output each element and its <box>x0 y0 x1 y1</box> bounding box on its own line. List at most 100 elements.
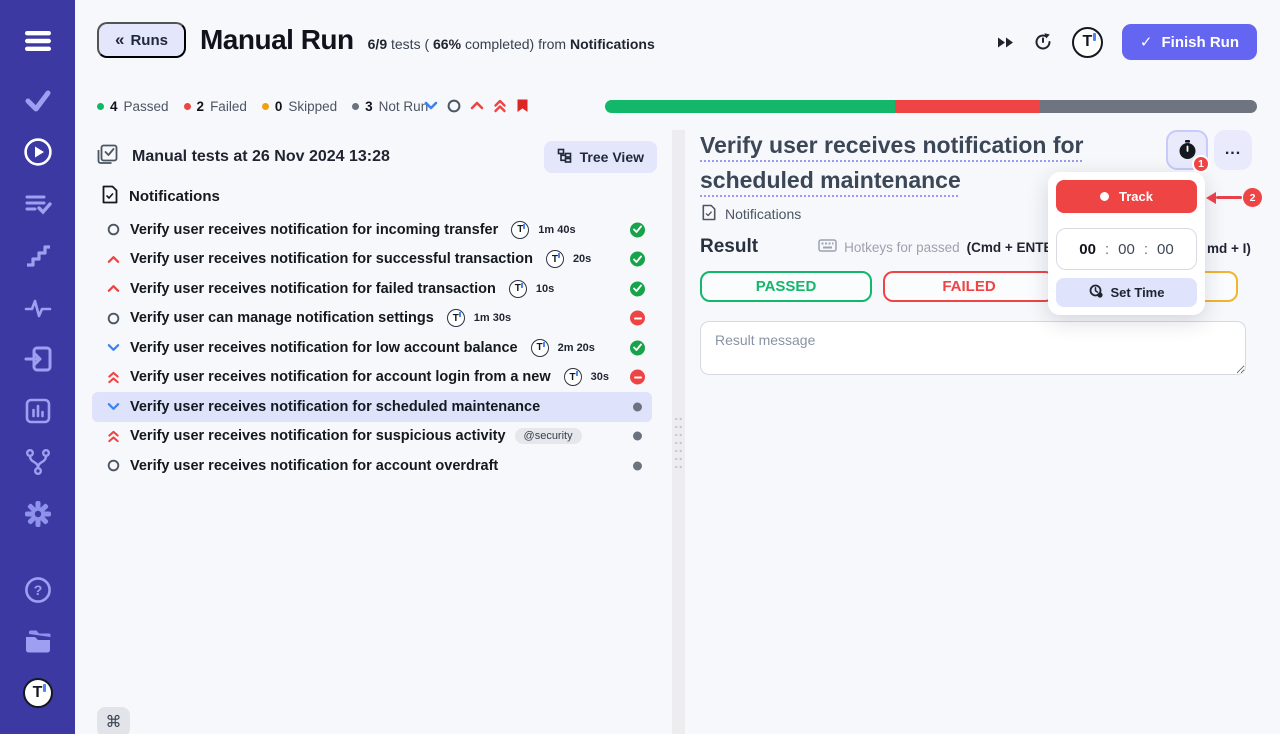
run-checklist-icon <box>97 144 118 170</box>
tests-check-icon[interactable] <box>22 85 53 116</box>
clock-settings-icon <box>1089 284 1103 301</box>
hamburger-menu-icon[interactable] <box>22 25 53 56</box>
annotation-badge-1: 1 <box>1192 155 1210 173</box>
suite-header[interactable]: Notifications <box>102 185 220 208</box>
testomat-logo-icon[interactable]: T <box>22 677 53 708</box>
test-title: Verify user receives notification for ac… <box>130 369 551 385</box>
priority-low-chevron-down-icon[interactable] <box>424 101 438 110</box>
annotation-badge-2: 2 <box>1243 188 1262 207</box>
passed-button[interactable]: PASSED <box>700 271 872 302</box>
testomat-logo-icon: T <box>1072 27 1103 58</box>
progress-segment <box>1040 100 1257 113</box>
priority-low-icon <box>106 343 121 352</box>
status-dot-icon <box>97 103 104 110</box>
test-row[interactable]: Verify user receives notification for fa… <box>92 274 652 304</box>
not-run-dot-icon <box>633 461 642 470</box>
pulse-activity-icon[interactable] <box>22 292 53 323</box>
testomat-logo-icon: T <box>511 221 529 239</box>
back-to-runs-button[interactable]: « Runs <box>97 22 186 58</box>
status-count: 0Skipped <box>262 99 337 114</box>
tree-view-button[interactable]: Tree View <box>544 141 657 173</box>
priority-normal-circle-icon[interactable] <box>447 99 461 113</box>
finish-run-button[interactable]: ✓ Finish Run <box>1122 24 1257 60</box>
test-row[interactable]: Verify user receives notification for ac… <box>92 363 652 393</box>
svg-text:?: ? <box>33 582 42 598</box>
hours-input[interactable]: 00 <box>1079 241 1096 258</box>
testomat-logo-icon: T <box>531 339 549 357</box>
help-question-icon[interactable]: ? <box>22 574 53 605</box>
test-rows: Verify user receives notification for in… <box>92 215 652 481</box>
passed-check-icon <box>630 222 645 237</box>
suite-document-icon <box>702 204 716 224</box>
run-progress-subtitle: 6/9 tests ( 66% completed) from Notifica… <box>368 36 655 52</box>
seconds-input[interactable]: 00 <box>1157 241 1174 258</box>
time-input-group: 00 : 00 : 00 <box>1056 228 1197 270</box>
milestones-steps-icon[interactable] <box>22 240 53 271</box>
timer-history-icon[interactable] <box>1033 32 1053 52</box>
priority-normal-icon <box>106 223 121 236</box>
test-row[interactable]: Verify user can manage notification sett… <box>92 304 652 334</box>
minutes-input[interactable]: 00 <box>1118 241 1135 258</box>
priority-high-chevron-up-icon[interactable] <box>470 101 484 110</box>
run-progress-bar <box>605 100 1257 113</box>
test-title: Verify user receives notification for lo… <box>130 340 518 356</box>
priority-normal-icon <box>106 459 121 472</box>
test-title: Verify user can manage notification sett… <box>130 310 434 326</box>
time-tracking-popup: Track 00 : 00 : 00 Set Time <box>1048 172 1205 315</box>
testomat-logo-icon: T <box>447 309 465 327</box>
priority-critical-double-chevron-icon[interactable] <box>493 99 507 113</box>
left-nav-rail: ? T <box>0 0 75 734</box>
testomat-logo-icon: T <box>509 280 527 298</box>
settings-gear-icon[interactable] <box>22 498 53 529</box>
passed-check-icon <box>630 281 645 296</box>
page-header: « Runs Manual Run 6/9 tests ( 66% comple… <box>97 22 655 58</box>
header-actions: T ✓ Finish Run <box>997 24 1257 60</box>
progress-segment <box>895 100 1040 113</box>
testomat-logo-icon: T <box>546 250 564 268</box>
import-login-icon[interactable] <box>22 343 53 374</box>
test-row[interactable]: Verify user receives notification for su… <box>92 422 652 452</box>
runs-play-icon[interactable] <box>22 136 53 167</box>
test-plans-icon[interactable] <box>22 189 53 220</box>
passed-check-icon <box>630 252 645 267</box>
more-options-button[interactable]: ... <box>1214 130 1252 170</box>
status-dot-icon <box>184 103 191 110</box>
annotation-arrow-2: 2 <box>1206 188 1262 207</box>
detail-breadcrumb[interactable]: Notifications <box>702 204 801 224</box>
failed-minus-icon <box>630 370 645 385</box>
bookmark-flag-icon[interactable] <box>516 98 529 113</box>
test-duration: 1m 40s <box>538 224 575 236</box>
test-duration: 1m 30s <box>474 312 511 324</box>
not-run-dot-icon <box>633 432 642 441</box>
test-duration: 20s <box>573 253 591 265</box>
panel-resize-splitter[interactable] <box>672 130 685 734</box>
not-run-dot-icon <box>633 402 642 411</box>
result-heading: Result <box>700 236 758 258</box>
test-row[interactable]: Verify user receives notification for in… <box>92 215 652 245</box>
test-duration: 30s <box>591 371 609 383</box>
projects-folder-icon[interactable] <box>22 626 53 657</box>
branch-merge-icon[interactable] <box>22 446 53 477</box>
failed-minus-icon <box>630 311 645 326</box>
test-row[interactable]: Verify user receives notification for lo… <box>92 333 652 363</box>
test-duration: 10s <box>536 283 554 295</box>
set-time-button[interactable]: Set Time <box>1056 278 1197 307</box>
keyboard-icon <box>818 239 837 255</box>
test-row[interactable]: Verify user receives notification for ac… <box>92 451 652 481</box>
test-title: Verify user receives notification for sc… <box>130 399 540 415</box>
priority-high-icon <box>106 284 121 293</box>
track-record-button[interactable]: Track <box>1056 180 1197 213</box>
priority-critical-icon <box>106 371 121 384</box>
test-row[interactable]: Verify user receives notification for su… <box>92 245 652 275</box>
hotkeys-command-button[interactable]: ⌘ <box>97 707 130 734</box>
test-title: Verify user receives notification for su… <box>130 428 506 444</box>
test-row[interactable]: Verify user receives notification for sc… <box>92 392 652 422</box>
passed-check-icon <box>630 340 645 355</box>
failed-button[interactable]: FAILED <box>883 271 1055 302</box>
fast-forward-icon[interactable] <box>997 36 1014 49</box>
priority-low-icon <box>106 402 121 411</box>
status-dot-icon <box>262 103 269 110</box>
run-name: Manual tests at 26 Nov 2024 13:28 <box>132 148 530 166</box>
analytics-chart-icon[interactable] <box>22 395 53 426</box>
result-message-input[interactable] <box>700 321 1246 375</box>
